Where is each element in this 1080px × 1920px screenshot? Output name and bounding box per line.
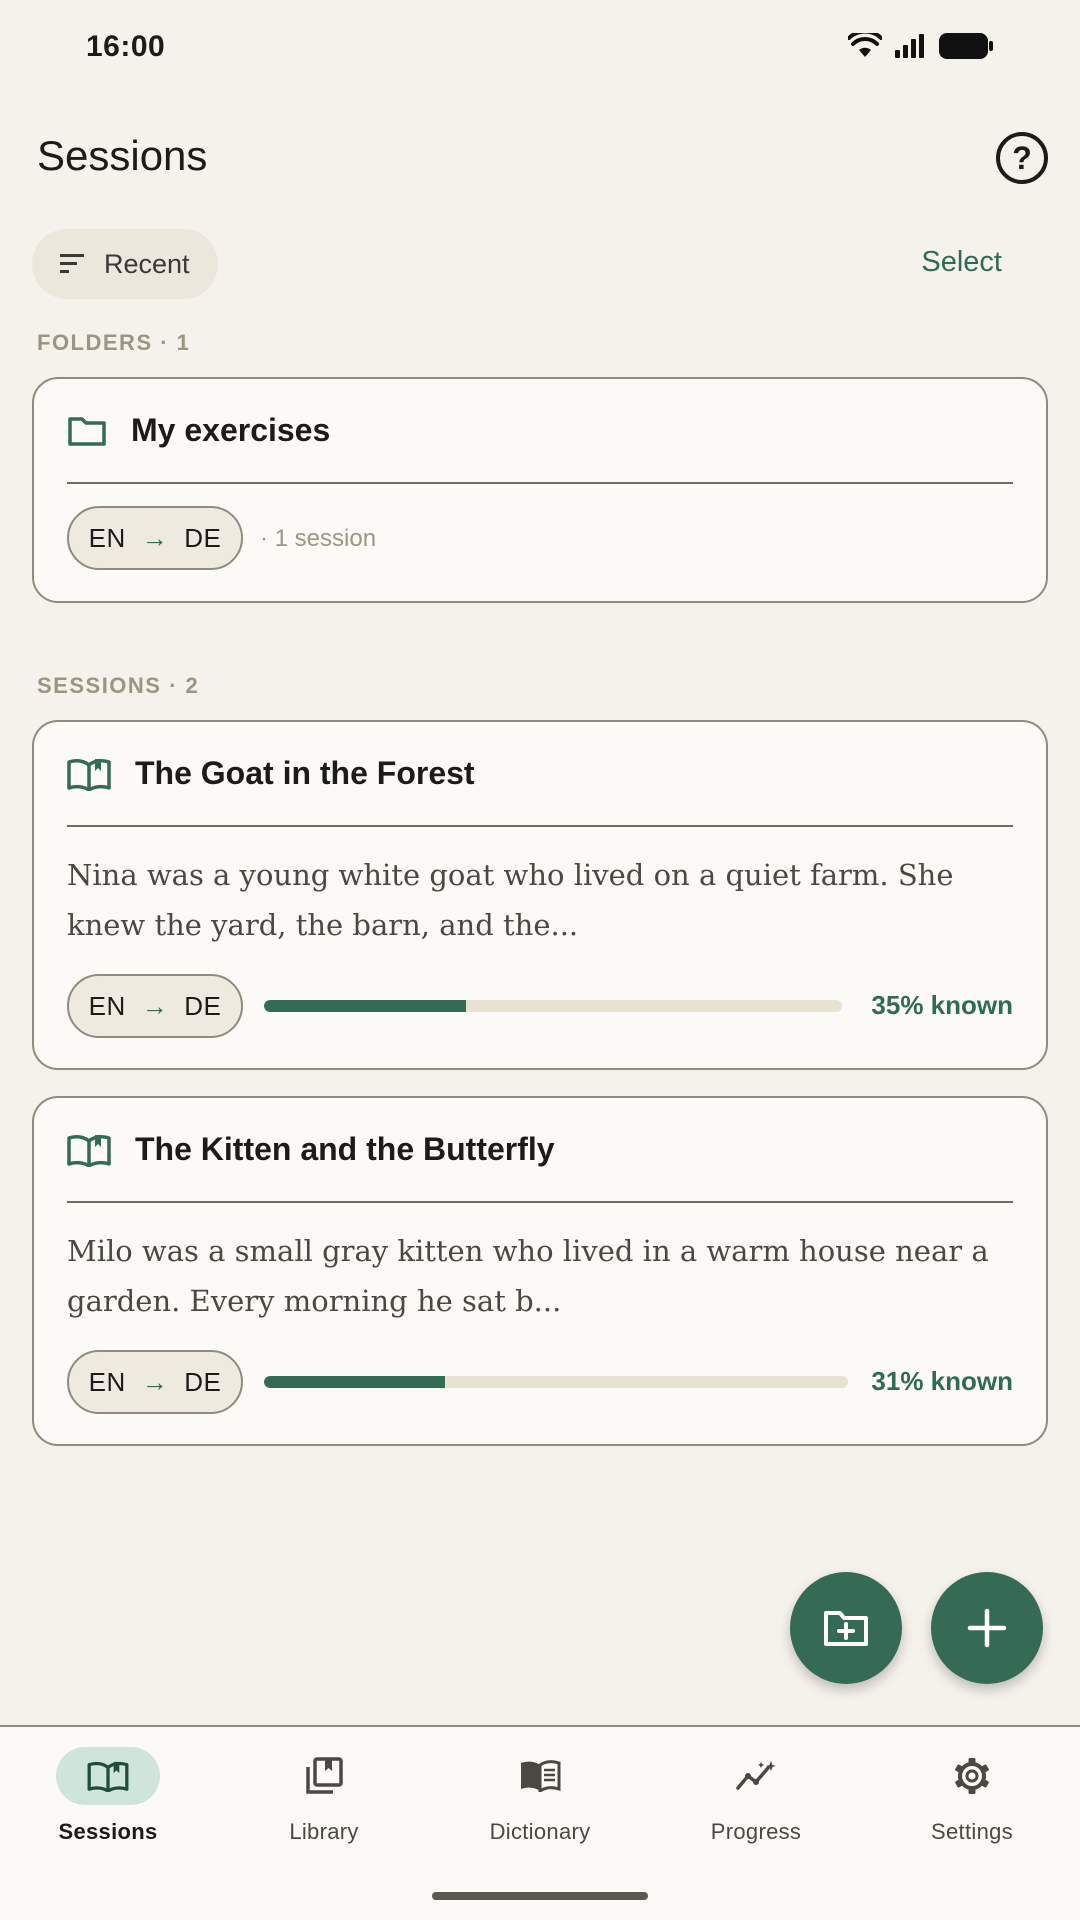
bottom-navigation: Sessions Library Dictionary Progress Set… [0, 1725, 1080, 1920]
session-excerpt: Milo was a small gray kitten who lived i… [67, 1234, 989, 1318]
language-pair-pill: EN → DE [67, 974, 243, 1038]
session-title: The Goat in the Forest [135, 755, 475, 791]
folder-card-header: My exercises [67, 379, 1013, 484]
help-button[interactable]: ? [996, 132, 1048, 184]
status-time: 16:00 [86, 30, 166, 63]
page-title: Sessions [37, 132, 208, 179]
session-card-header: The Goat in the Forest [67, 722, 1013, 827]
source-language: EN [88, 990, 126, 1021]
sort-label: Recent [104, 248, 190, 279]
session-card-header: The Kitten and the Butterfly [67, 1098, 1013, 1203]
status-bar: 16:00 [0, 0, 1080, 96]
nav-progress[interactable]: Progress [648, 1747, 864, 1867]
book-open-icon [67, 1134, 111, 1167]
sessions-section-label: SESSIONS · 2 [37, 673, 200, 698]
book-open-icon [67, 758, 111, 791]
session-card[interactable]: The Goat in the Forest Nina was a young … [32, 720, 1048, 1070]
dictionary-icon [521, 1760, 561, 1792]
nav-settings[interactable]: Settings [864, 1747, 1080, 1867]
progress-fill [264, 1000, 467, 1012]
status-icons [848, 32, 994, 60]
arrow-right-icon: → [141, 1366, 169, 1397]
progress-bar [264, 1376, 848, 1388]
known-percentage: 35% known [871, 990, 1013, 1020]
arrow-right-icon: → [141, 522, 169, 553]
home-indicator [432, 1892, 648, 1900]
target-language: DE [184, 990, 222, 1021]
gear-icon [955, 1758, 989, 1794]
nav-label: Sessions [58, 1819, 158, 1844]
target-language: DE [184, 522, 222, 553]
sort-icon [60, 254, 84, 273]
add-session-button[interactable] [931, 1572, 1043, 1684]
known-percentage: 31% known [871, 1366, 1013, 1396]
session-excerpt: Nina was a young white goat who lived on… [67, 858, 954, 942]
source-language: EN [88, 1366, 126, 1397]
wifi-icon [848, 33, 882, 57]
book-open-icon [87, 1761, 129, 1792]
folder-plus-icon [824, 1611, 868, 1646]
folder-name: My exercises [131, 412, 331, 448]
folders-section-label: FOLDERS · 1 [37, 330, 191, 355]
nav-label: Settings [931, 1819, 1013, 1844]
new-folder-button[interactable] [790, 1572, 902, 1684]
session-title: The Kitten and the Butterfly [135, 1131, 555, 1167]
source-language: EN [88, 522, 126, 553]
folder-session-count: · 1 session [260, 525, 377, 552]
select-button[interactable]: Select [921, 246, 1002, 279]
library-icon [306, 1757, 343, 1794]
session-card[interactable]: The Kitten and the Butterfly Milo was a … [32, 1096, 1048, 1446]
target-language: DE [184, 1366, 222, 1397]
language-pair-pill: EN → DE [67, 1350, 243, 1414]
plus-icon [967, 1608, 1007, 1648]
progress-bar [264, 1000, 842, 1012]
sort-chip[interactable]: Recent [32, 229, 218, 299]
question-mark-icon: ? [1012, 139, 1032, 176]
nav-label: Library [289, 1819, 359, 1844]
progress-chart-icon [736, 1761, 776, 1790]
nav-dictionary[interactable]: Dictionary [432, 1747, 648, 1867]
arrow-right-icon: → [141, 990, 169, 1021]
nav-label: Progress [710, 1819, 802, 1844]
folder-card[interactable]: My exercises EN → DE · 1 session [32, 377, 1048, 603]
signal-icon [895, 34, 924, 58]
nav-sessions[interactable]: Sessions [0, 1747, 216, 1867]
nav-label: Dictionary [489, 1819, 591, 1844]
folder-icon [68, 416, 106, 446]
progress-fill [264, 1376, 446, 1388]
nav-library[interactable]: Library [216, 1747, 432, 1867]
language-pair-pill: EN → DE [67, 506, 243, 570]
battery-icon [939, 33, 993, 59]
